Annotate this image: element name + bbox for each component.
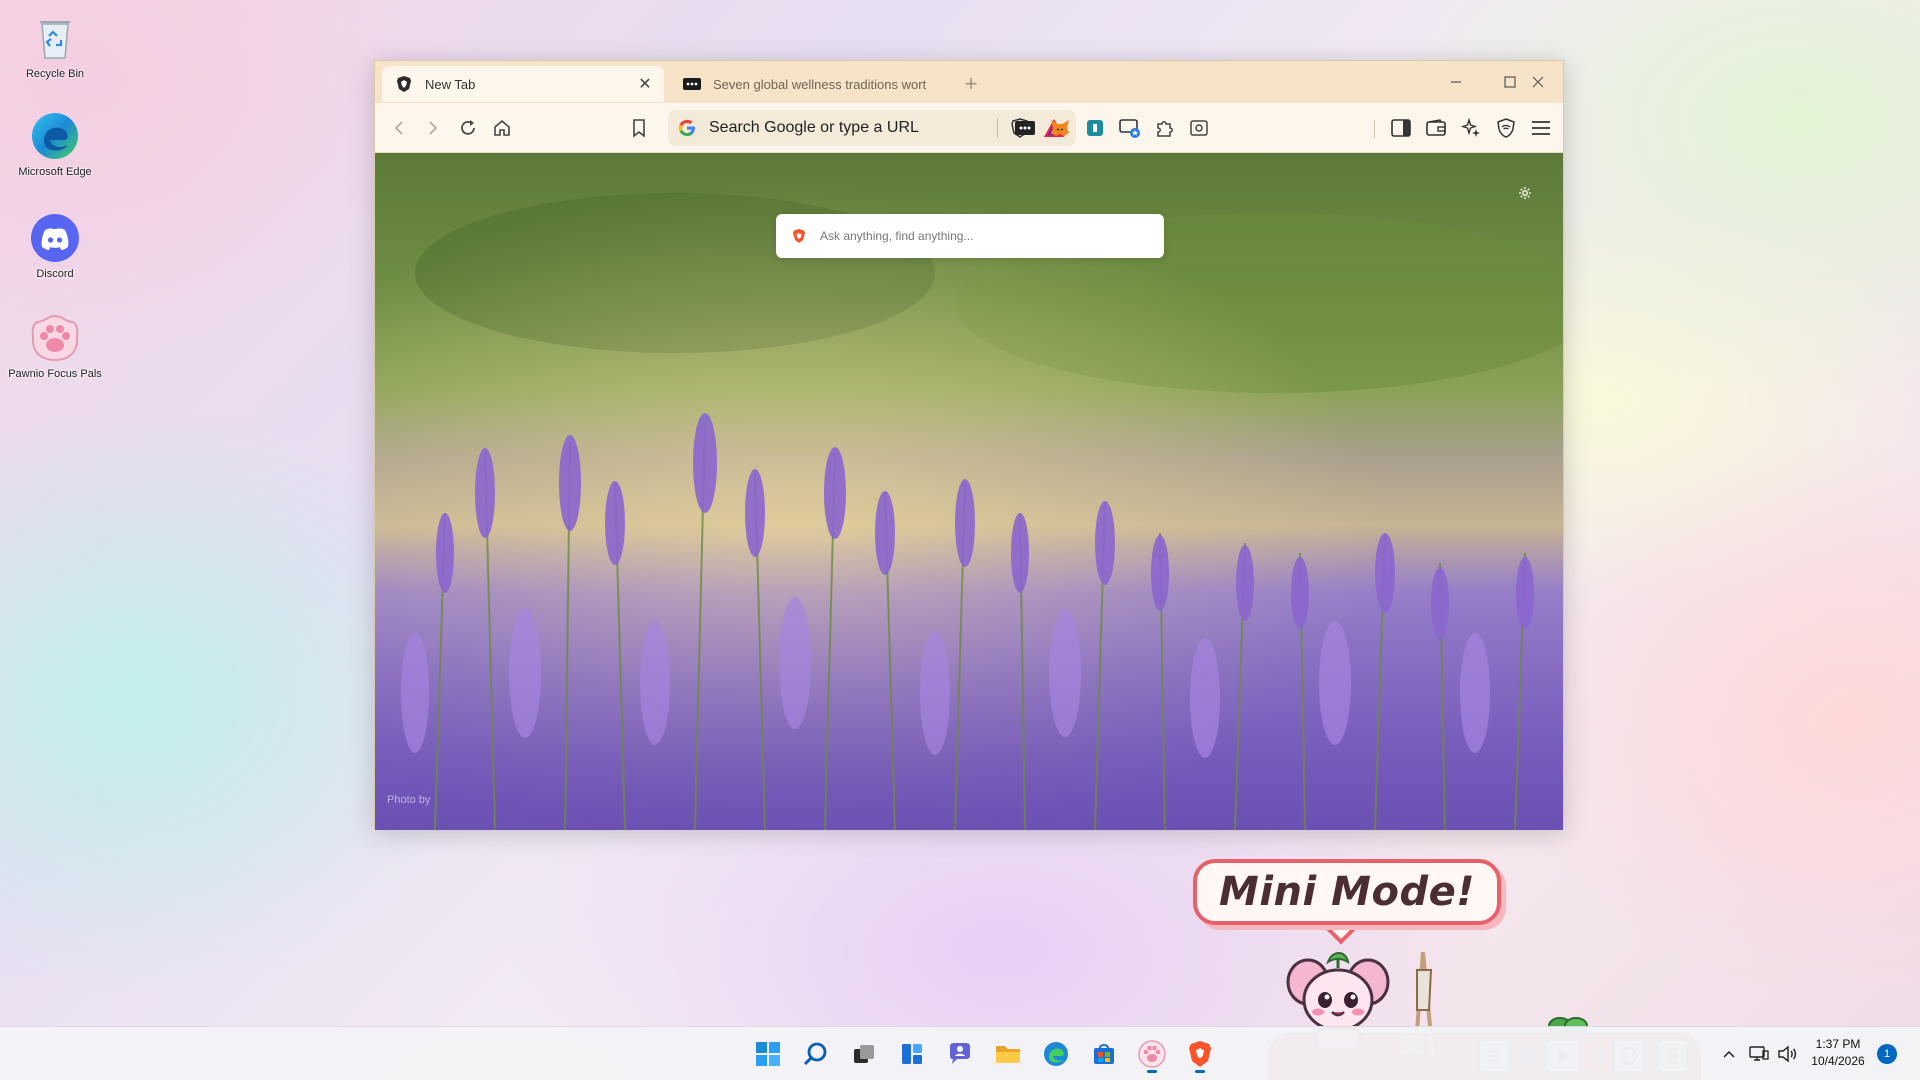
start-icon[interactable] xyxy=(748,1034,788,1074)
ask-search-box[interactable] xyxy=(776,214,1164,258)
desktop-icon-discord[interactable]: Discord xyxy=(8,212,102,281)
brave-icon xyxy=(395,75,413,93)
tab-strip: New Tab ✕ Seven global wellness traditio… xyxy=(375,61,1563,103)
store-icon[interactable] xyxy=(1084,1034,1124,1074)
ask-search-input[interactable] xyxy=(820,229,1120,243)
new-tab-page: Photo by xyxy=(375,153,1563,830)
network-icon[interactable] xyxy=(1746,1036,1772,1072)
bookmark-button[interactable] xyxy=(625,114,653,142)
speech-bubble: Mini Mode! xyxy=(1193,859,1501,925)
settings-gear-icon[interactable] xyxy=(1515,183,1535,203)
running-indicator xyxy=(1195,1070,1205,1073)
desktop-icon-label: Discord xyxy=(36,268,74,280)
browser-toolbar: Search Google or type a URL xyxy=(375,103,1563,153)
clock-time: 1:37 PM xyxy=(1815,1037,1861,1051)
discord-icon xyxy=(29,212,81,264)
desktop-icon-label: Recycle Bin xyxy=(25,68,85,80)
home-button[interactable] xyxy=(488,114,516,142)
wallet-icon[interactable] xyxy=(1422,114,1450,142)
tab-new-tab[interactable]: New Tab ✕ xyxy=(382,66,664,102)
screenshot-icon[interactable] xyxy=(1185,114,1213,142)
divider xyxy=(997,118,998,138)
site-dots-icon xyxy=(683,75,701,93)
photo-credit[interactable]: Photo by xyxy=(387,794,430,806)
puzzle-icon[interactable] xyxy=(1151,114,1179,142)
desktop-icon-edge[interactable]: Microsoft Edge xyxy=(8,110,102,179)
google-icon xyxy=(676,117,698,139)
brave-icon[interactable] xyxy=(1180,1034,1220,1074)
running-indicator xyxy=(1147,1070,1157,1073)
speech-text: Mini Mode! xyxy=(1219,869,1475,915)
volume-icon[interactable] xyxy=(1774,1036,1800,1072)
reload-button[interactable] xyxy=(454,114,482,142)
brave-logo-icon xyxy=(790,227,808,245)
desktop-icon-label: Microsoft Edge xyxy=(18,166,92,178)
back-button[interactable] xyxy=(385,114,413,142)
notification-badge[interactable]: 1 xyxy=(1877,1044,1897,1064)
edge-icon[interactable] xyxy=(1036,1034,1076,1074)
screen-extension-icon[interactable] xyxy=(1116,114,1144,142)
file-explorer-icon[interactable] xyxy=(988,1034,1028,1074)
toolbar-divider xyxy=(1374,120,1375,138)
vpn-icon[interactable] xyxy=(1492,114,1520,142)
menu-icon[interactable] xyxy=(1527,114,1555,142)
dots-extension-icon[interactable] xyxy=(1011,114,1039,142)
tab-wellness-article[interactable]: Seven global wellness traditions wort xyxy=(675,66,945,102)
chat-icon[interactable] xyxy=(940,1034,980,1074)
clock-date: 10/4/2026 xyxy=(1811,1054,1865,1068)
close-window-button[interactable] xyxy=(1511,61,1565,103)
edge-icon xyxy=(29,110,81,162)
leo-ai-icon[interactable] xyxy=(1457,114,1485,142)
task-view-icon[interactable] xyxy=(844,1034,884,1074)
tab-title: Seven global wellness traditions wort xyxy=(713,76,927,92)
minimize-button[interactable] xyxy=(1429,61,1483,103)
close-tab-icon[interactable]: ✕ xyxy=(632,71,658,97)
address-bar-text: Search Google or type a URL xyxy=(709,119,919,136)
desktop-icon-recycle-bin[interactable]: Recycle Bin xyxy=(8,12,102,81)
system-clock[interactable]: 1:37 PM 10/4/2026 xyxy=(1806,1036,1870,1070)
metamask-fox-icon[interactable] xyxy=(1046,114,1074,142)
recycle-bin-icon xyxy=(29,12,81,64)
desktop-icon-label: Pawnio Focus Pals xyxy=(8,368,102,380)
browser-window: New Tab ✕ Seven global wellness traditio… xyxy=(374,60,1564,830)
sidebar-icon[interactable] xyxy=(1387,114,1415,142)
paw-icon[interactable] xyxy=(1132,1034,1172,1074)
forward-button[interactable] xyxy=(419,114,447,142)
desktop-icon-pawnio[interactable]: Pawnio Focus Pals xyxy=(8,312,102,381)
app-extension-icon[interactable] xyxy=(1081,114,1109,142)
new-tab-button[interactable]: + xyxy=(958,71,984,97)
paw-icon xyxy=(29,312,81,364)
widgets-icon[interactable] xyxy=(892,1034,932,1074)
tab-title: New Tab xyxy=(425,76,476,92)
show-hidden-icons-button[interactable] xyxy=(1718,1036,1740,1072)
search-icon[interactable] xyxy=(796,1034,836,1074)
